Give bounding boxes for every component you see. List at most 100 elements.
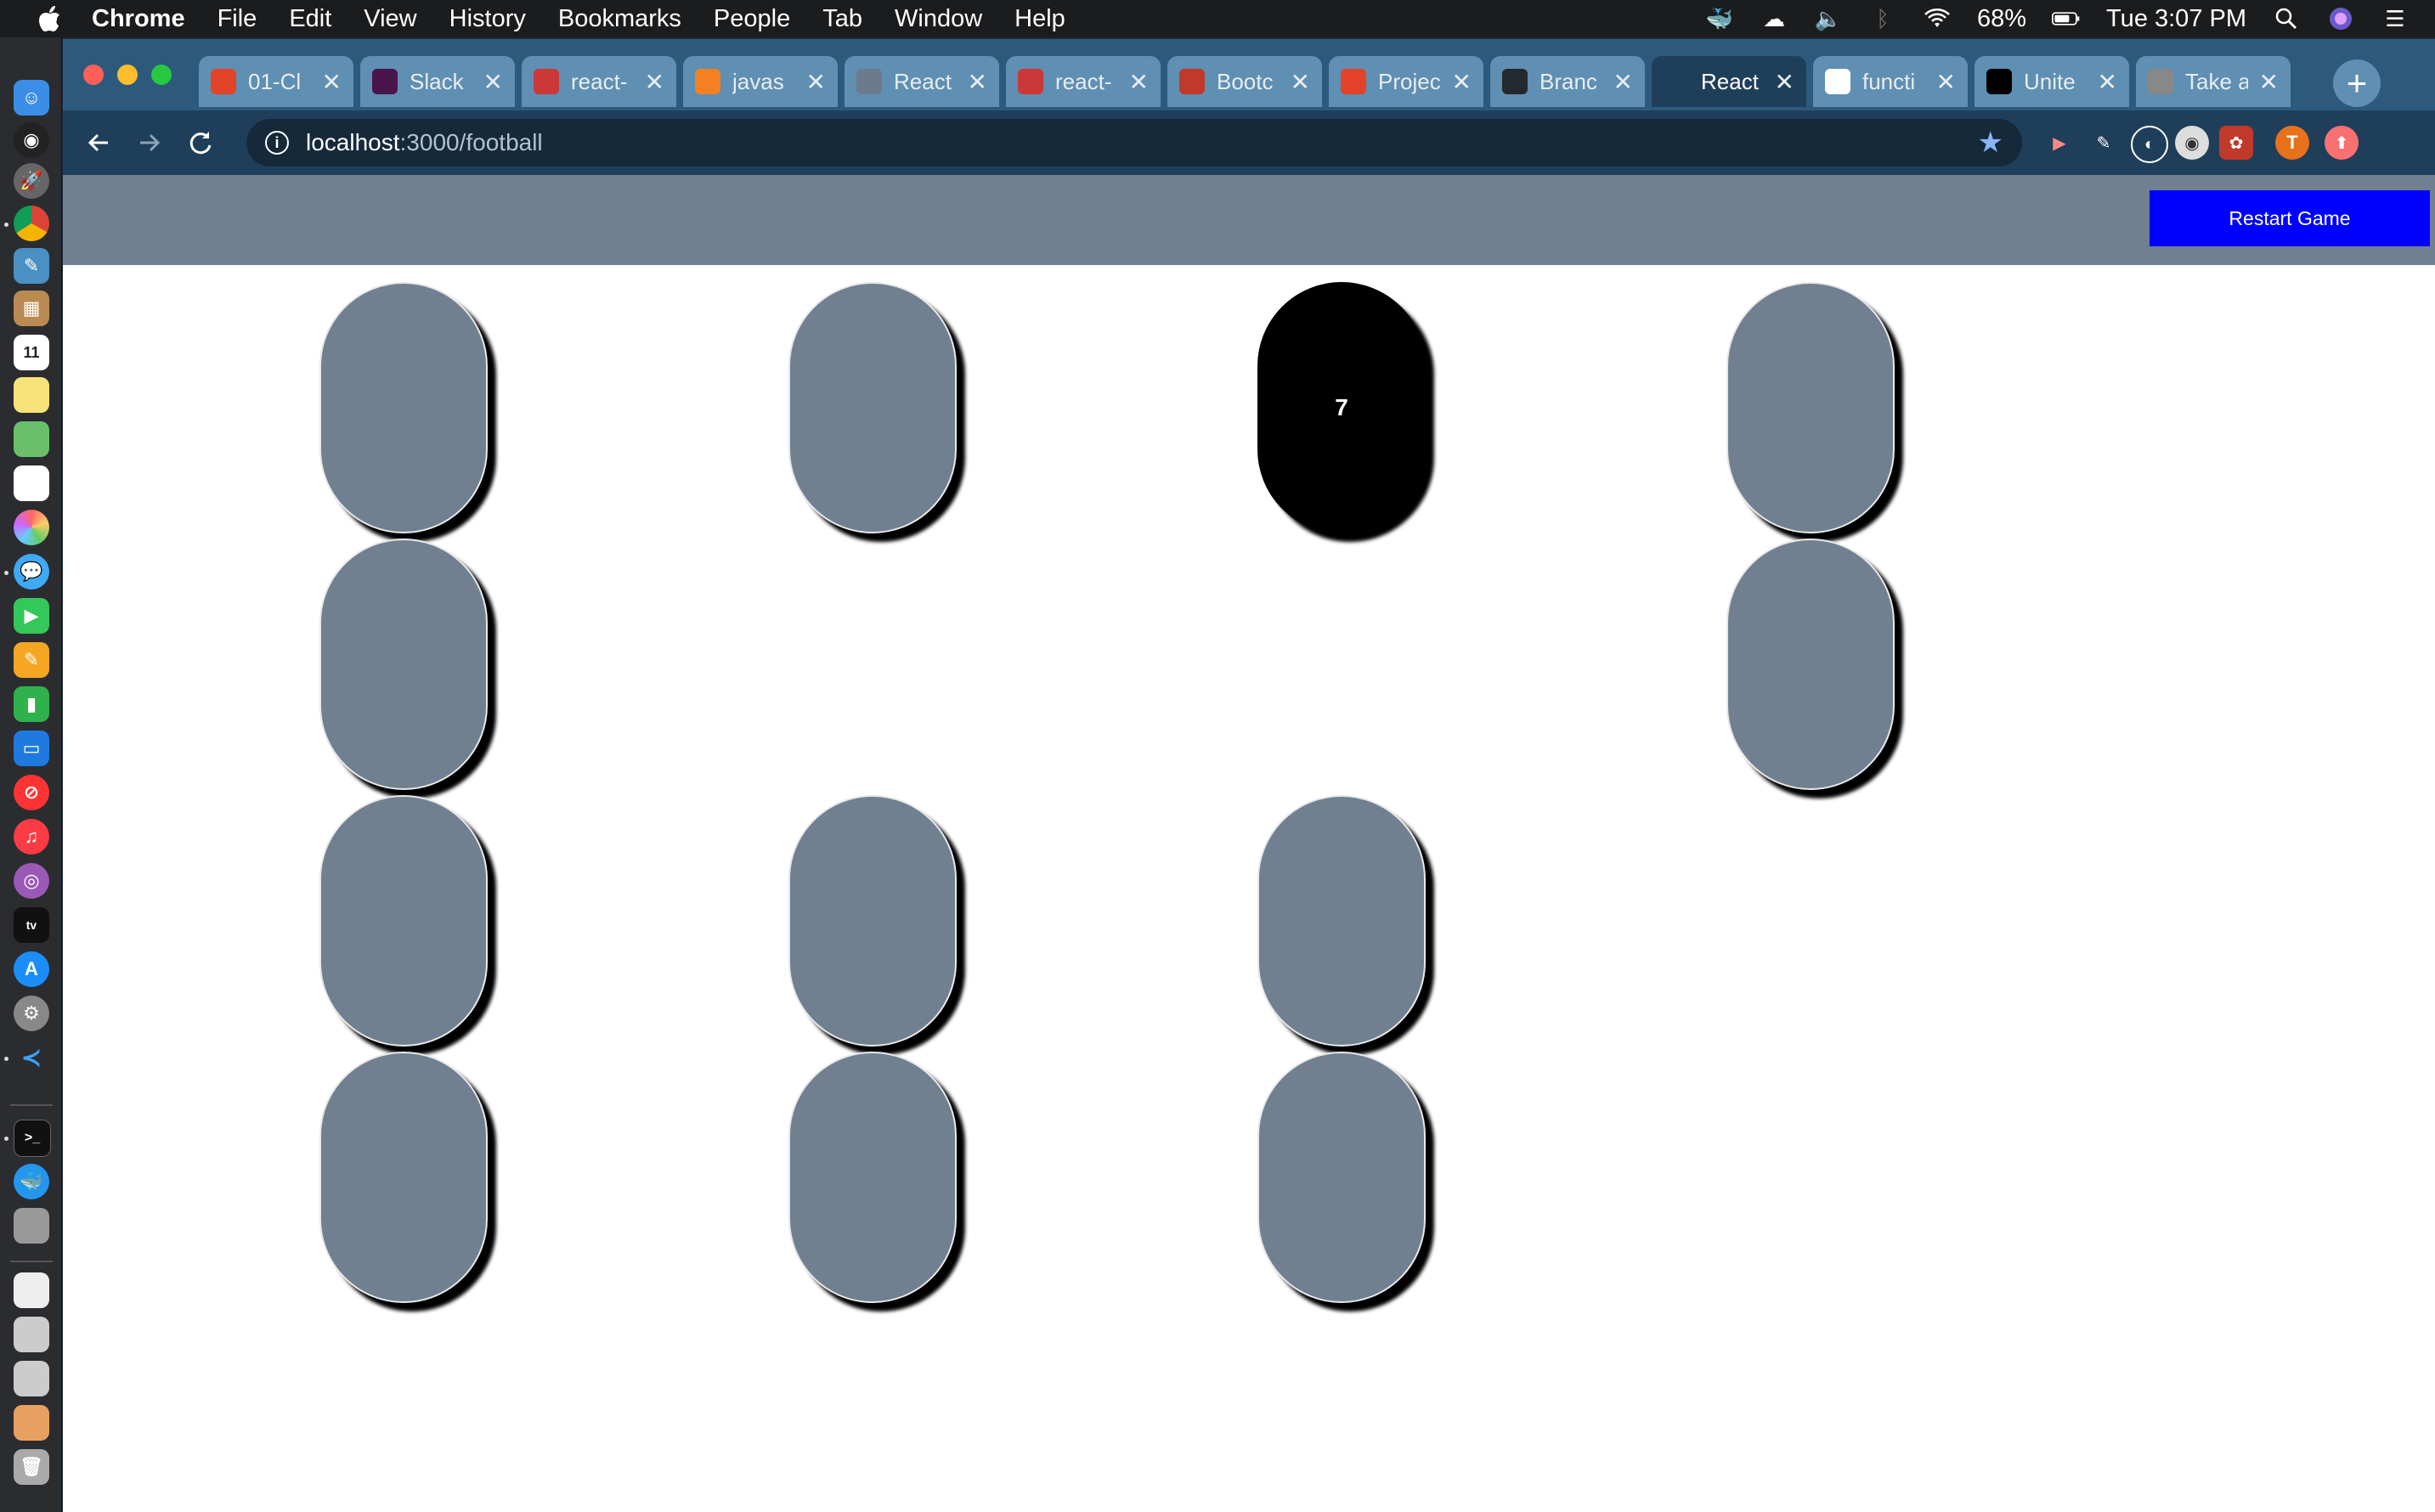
vscode-icon[interactable]: ≺ — [14, 1040, 49, 1075]
menu-help[interactable]: Help — [1014, 5, 1065, 33]
browser-tab[interactable]: Bootc ✕ — [1167, 56, 1322, 107]
browser-tab[interactable]: React ✕ — [845, 56, 999, 107]
battery-icon[interactable] — [2052, 7, 2081, 31]
address-bar[interactable]: i localhost:3000/football ★ — [246, 119, 2022, 166]
finder-icon[interactable]: ☺ — [14, 80, 49, 116]
photos-icon[interactable] — [14, 510, 49, 545]
contacts-icon[interactable]: ▦ — [14, 291, 49, 326]
browser-tab[interactable]: React ✕ — [1652, 56, 1806, 107]
menubar-clock[interactable]: Tue 3:07 PM — [2106, 5, 2246, 33]
volume-icon[interactable]: 🔈 — [1814, 6, 1843, 31]
game-card[interactable] — [319, 1052, 488, 1303]
reload-button[interactable] — [175, 117, 226, 168]
system-preferences-icon[interactable]: ⚙ — [14, 996, 49, 1031]
bookmark-star-icon[interactable]: ★ — [1978, 126, 2003, 160]
tab-close-icon[interactable]: ✕ — [1775, 68, 1794, 96]
docker-icon[interactable]: 🐳 — [1705, 6, 1734, 31]
screenshot-icon[interactable] — [14, 1317, 49, 1352]
extension-arrow-icon[interactable]: ⬆ — [2325, 126, 2359, 160]
game-card[interactable] — [1726, 539, 1895, 790]
pages-icon[interactable]: ✎ — [14, 642, 49, 678]
game-card[interactable] — [319, 282, 488, 533]
notification-center-icon[interactable]: ☰ — [2381, 6, 2410, 31]
browser-tab[interactable]: Unite ✕ — [1975, 56, 2129, 107]
spotlight-search-icon[interactable] — [2272, 7, 2301, 31]
numbers-icon[interactable]: ▮ — [14, 686, 49, 722]
browser-tab[interactable]: functi ✕ — [1813, 56, 1968, 107]
game-card[interactable] — [319, 795, 488, 1047]
bluetooth-icon[interactable]: ᛒ — [1868, 6, 1897, 31]
tab-close-icon[interactable]: ✕ — [806, 68, 826, 96]
image-capture-icon[interactable] — [14, 1208, 49, 1244]
facetime-icon[interactable]: ▶ — [14, 598, 49, 634]
terminal-icon[interactable]: >_ — [14, 1120, 51, 1157]
tab-close-icon[interactable]: ✕ — [1291, 68, 1310, 96]
browser-tab[interactable]: react- ✕ — [1006, 56, 1161, 107]
extension-video-icon[interactable]: ▶ — [2042, 126, 2076, 160]
chrome-dock-icon[interactable] — [14, 206, 49, 241]
menu-people[interactable]: People — [714, 5, 790, 33]
tab-close-icon[interactable]: ✕ — [1452, 68, 1472, 96]
restart-game-button[interactable]: Restart Game — [2150, 190, 2430, 246]
browser-tab[interactable]: Take a ✕ — [2136, 56, 2291, 107]
browser-tab[interactable]: react- ✕ — [522, 56, 676, 107]
screenshot-3-icon[interactable] — [14, 1405, 49, 1441]
profile-avatar[interactable]: T — [2275, 126, 2309, 160]
tab-close-icon[interactable]: ✕ — [483, 68, 503, 96]
app-store-icon[interactable]: A — [14, 951, 49, 987]
tab-close-icon[interactable]: ✕ — [1936, 68, 1956, 96]
keynote-icon[interactable]: ▭ — [14, 731, 49, 766]
tab-close-icon[interactable]: ✕ — [1613, 68, 1633, 96]
siri-dock-icon[interactable]: ◉ — [14, 122, 49, 158]
back-button[interactable] — [73, 117, 124, 168]
forward-button[interactable] — [124, 117, 175, 168]
tab-close-icon[interactable]: ✕ — [322, 68, 342, 96]
browser-tab[interactable]: Slack ✕ — [360, 56, 515, 107]
document-icon[interactable] — [14, 1272, 49, 1308]
menu-edit[interactable]: Edit — [289, 5, 331, 33]
zoom-window-button[interactable] — [151, 65, 172, 85]
menu-tab[interactable]: Tab — [822, 5, 862, 33]
screenshot-2-icon[interactable] — [14, 1361, 49, 1396]
messages-icon[interactable]: 💬 — [14, 554, 49, 590]
news-icon[interactable]: ⊘ — [14, 775, 49, 810]
trash-icon[interactable]: 🗑 — [14, 1449, 49, 1485]
docker-dock-icon[interactable]: 🐳 — [14, 1164, 49, 1199]
creative-cloud-icon[interactable]: ☁ — [1760, 6, 1788, 31]
menu-bookmarks[interactable]: Bookmarks — [558, 5, 681, 33]
site-info-icon[interactable]: i — [265, 131, 289, 155]
minimize-window-button[interactable] — [117, 65, 138, 85]
browser-tab[interactable]: 01-Cl ✕ — [199, 56, 353, 107]
extension-circle-icon[interactable]: ◐ — [2131, 126, 2168, 163]
menu-app-name[interactable]: Chrome — [92, 5, 185, 33]
menu-view[interactable]: View — [364, 5, 416, 33]
game-card[interactable] — [788, 795, 957, 1047]
tab-close-icon[interactable]: ✕ — [645, 68, 664, 96]
wifi-icon[interactable] — [1923, 7, 1952, 31]
extension-react-devtools-icon[interactable]: ✿ — [2219, 126, 2253, 160]
menu-window[interactable]: Window — [895, 5, 982, 33]
tab-close-icon[interactable]: ✕ — [2098, 68, 2117, 96]
game-card[interactable] — [788, 1052, 957, 1303]
game-card[interactable] — [788, 282, 957, 533]
extension-record-icon[interactable]: ◉ — [2175, 126, 2209, 160]
game-card[interactable] — [1726, 282, 1895, 533]
tab-close-icon[interactable]: ✕ — [1129, 68, 1149, 96]
new-tab-button[interactable]: + — [2333, 59, 2381, 107]
game-card-flipped[interactable]: 7 — [1257, 282, 1426, 533]
launchpad-icon[interactable]: 🚀 — [14, 163, 49, 199]
browser-tab[interactable]: Branc ✕ — [1490, 56, 1645, 107]
menu-history[interactable]: History — [449, 5, 526, 33]
preview-icon[interactable]: ✎ — [14, 248, 49, 284]
browser-tab[interactable]: Projec ✕ — [1329, 56, 1483, 107]
menu-file[interactable]: File — [218, 5, 257, 33]
maps-icon[interactable] — [14, 421, 49, 457]
reminders-icon[interactable] — [14, 465, 49, 501]
music-icon[interactable]: ♫ — [14, 819, 49, 855]
apple-menu-icon[interactable] — [31, 5, 68, 32]
browser-tab[interactable]: javas ✕ — [683, 56, 838, 107]
apple-tv-icon[interactable]: tv — [14, 907, 49, 943]
game-card[interactable] — [319, 539, 488, 790]
podcasts-icon[interactable]: ◎ — [14, 863, 49, 899]
close-window-button[interactable] — [83, 65, 104, 85]
